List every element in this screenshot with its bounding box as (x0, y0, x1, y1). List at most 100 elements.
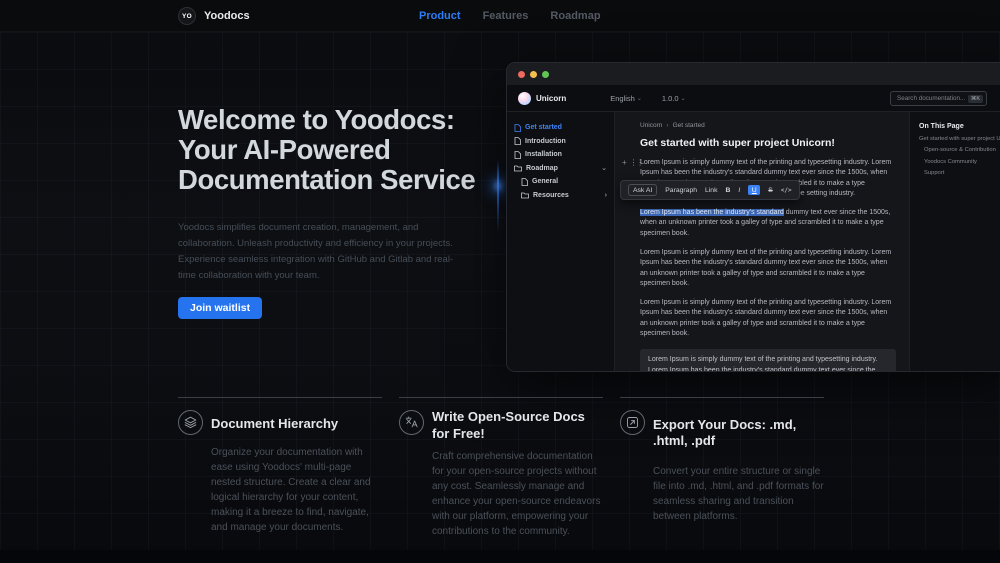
feature-card-open-source: Write Open-Source Docs for Free! Craft c… (399, 397, 603, 539)
main-nav: Product Features Roadmap (419, 0, 601, 32)
export-icon (620, 410, 645, 435)
file-icon (521, 177, 528, 186)
breadcrumb-separator-icon (666, 122, 668, 129)
feature-title: Export Your Docs: .md, .html, .pdf (653, 416, 797, 449)
folder-icon (514, 165, 522, 172)
toc-item-open-source[interactable]: Open-source & Contribution (919, 147, 1000, 153)
doc-paragraph-4[interactable]: Lorem Ipsum is simply dummy text of the … (640, 298, 896, 339)
app-window-mockup: Unicorn English 1.0.0 Search documentati… (506, 62, 1000, 372)
hero-title-line3: Documentation Service (178, 164, 476, 195)
window-body: Get started Introduction Installation Ro… (507, 112, 1000, 371)
drag-handle-icon[interactable] (630, 158, 643, 167)
sidebar-item-general[interactable]: General (507, 175, 614, 189)
file-icon (514, 123, 521, 132)
bold-button[interactable]: B (725, 187, 730, 194)
version-value: 1.0.0 (661, 93, 679, 103)
hero-title-line1: Welcome to Yoodocs: (178, 104, 455, 135)
folder-icon (521, 192, 529, 199)
search-shortcut-badge: ⌘K (967, 94, 983, 103)
toc-item-community[interactable]: Yoodocs Community (919, 159, 1000, 165)
chevron-down-icon[interactable] (601, 165, 607, 172)
selected-text: Lorem Ipsum has been the industry's stan… (640, 209, 784, 217)
chevron-down-icon (637, 95, 642, 102)
chevron-right-icon[interactable] (605, 192, 607, 199)
nav-roadmap[interactable]: Roadmap (550, 10, 600, 22)
version-select[interactable]: 1.0.0 (662, 94, 686, 103)
paragraph-style-button[interactable]: Paragraph (665, 187, 697, 194)
italic-button[interactable]: I (738, 187, 740, 194)
logo-text: YO (182, 12, 192, 20)
ask-ai-button[interactable]: Ask AI (628, 184, 658, 196)
join-waitlist-button[interactable]: Join waitlist (178, 297, 263, 319)
feature-body: Convert your entire structure or single … (653, 465, 824, 522)
window-titlebar (507, 63, 1000, 85)
top-header: YO Yoodocs Product Features Roadmap (0, 0, 1000, 32)
yoodocs-logo-icon: YO (178, 7, 196, 25)
breadcrumb: Unicorn Get started (640, 122, 896, 129)
nav-features[interactable]: Features (483, 10, 529, 22)
on-this-page-panel: On This Page Get started with super proj… (909, 112, 1000, 371)
block-handles (622, 158, 643, 167)
sidebar-item-get-started[interactable]: Get started (507, 121, 614, 135)
sidebar-item-roadmap[interactable]: Roadmap (507, 162, 614, 176)
sidebar-item-label: Roadmap (526, 164, 558, 172)
file-icon (514, 137, 521, 146)
sidebar-item-resources[interactable]: Resources (507, 189, 614, 203)
decorative-blue-glow (495, 181, 501, 191)
search-placeholder: Search documentation... (897, 95, 965, 102)
nav-product[interactable]: Product (419, 10, 461, 22)
hero-section: Welcome to Yoodocs: Your AI-Powered Docu… (178, 105, 508, 319)
bottom-strip (0, 550, 1000, 563)
text-format-toolbar: Ask AI Paragraph Link B I U S </> (620, 180, 800, 200)
feature-title: Write Open-Source Docs for Free! (432, 409, 585, 441)
doc-editor: Unicorn Get started Get started with sup… (615, 112, 909, 371)
sidebar-item-label: Resources (533, 191, 569, 199)
doc-quote-block[interactable]: Lorem Ipsum is simply dummy text of the … (640, 349, 896, 371)
unicorn-brand[interactable]: Unicorn (518, 91, 567, 105)
layers-icon (178, 410, 203, 435)
decorative-blue-line (497, 160, 499, 232)
minimize-window-icon[interactable] (530, 70, 537, 78)
doc-paragraph-2[interactable]: Lorem Ipsum has been the industry's stan… (640, 208, 896, 239)
sidebar-item-introduction[interactable]: Introduction (507, 135, 614, 149)
feature-body: Craft comprehensive documentation for yo… (432, 450, 601, 537)
hero-description: Yoodocs simplifies document creation, ma… (178, 222, 454, 281)
brand-name: Yoodocs (204, 10, 250, 22)
search-input[interactable]: Search documentation... ⌘K (890, 91, 987, 106)
feature-card-export: Export Your Docs: .md, .html, .pdf Conve… (620, 397, 824, 539)
link-button[interactable]: Link (705, 187, 717, 194)
add-block-icon[interactable] (622, 158, 627, 167)
hero-title: Welcome to Yoodocs: Your AI-Powered Docu… (178, 105, 508, 195)
code-button[interactable]: </> (781, 187, 792, 194)
breadcrumb-root[interactable]: Unicorn (640, 122, 662, 129)
hero-title-line2: Your AI-Powered (178, 134, 391, 165)
strikethrough-button[interactable]: S (768, 187, 773, 194)
underline-button[interactable]: U (748, 185, 761, 195)
toc-item-get-started[interactable]: Get started with super project Unicorn! (919, 136, 1000, 142)
unicorn-logo-icon (518, 91, 531, 105)
feature-title: Document Hierarchy (211, 415, 339, 431)
sidebar-item-label: Introduction (525, 137, 566, 145)
language-value: English (610, 93, 635, 103)
brand[interactable]: YO Yoodocs (178, 0, 250, 32)
doc-paragraph-3[interactable]: Lorem Ipsum is simply dummy text of the … (640, 248, 896, 289)
landing-page: YO Yoodocs Product Features Roadmap Welc… (0, 0, 1000, 563)
app-header-bar: Unicorn English 1.0.0 Search documentati… (507, 85, 1000, 112)
toc-title: On This Page (919, 123, 964, 130)
docs-sidebar: Get started Introduction Installation Ro… (507, 112, 615, 371)
breadcrumb-current[interactable]: Get started (673, 122, 705, 129)
translate-icon (399, 410, 424, 435)
unicorn-brand-name: Unicorn (536, 93, 567, 103)
language-select[interactable]: English (610, 94, 642, 103)
sidebar-item-label: Installation (525, 151, 562, 159)
close-window-icon[interactable] (518, 70, 525, 78)
sidebar-item-label: General (532, 178, 559, 186)
toc-item-support[interactable]: Support (919, 170, 1000, 176)
file-icon (514, 150, 521, 159)
chevron-down-icon (681, 95, 686, 102)
sidebar-item-installation[interactable]: Installation (507, 148, 614, 162)
sidebar-item-label: Get started (525, 124, 562, 132)
feature-body: Organize your documentation with ease us… (211, 446, 371, 533)
features-section: Document Hierarchy Organize your documen… (178, 397, 824, 539)
maximize-window-icon[interactable] (542, 70, 549, 78)
